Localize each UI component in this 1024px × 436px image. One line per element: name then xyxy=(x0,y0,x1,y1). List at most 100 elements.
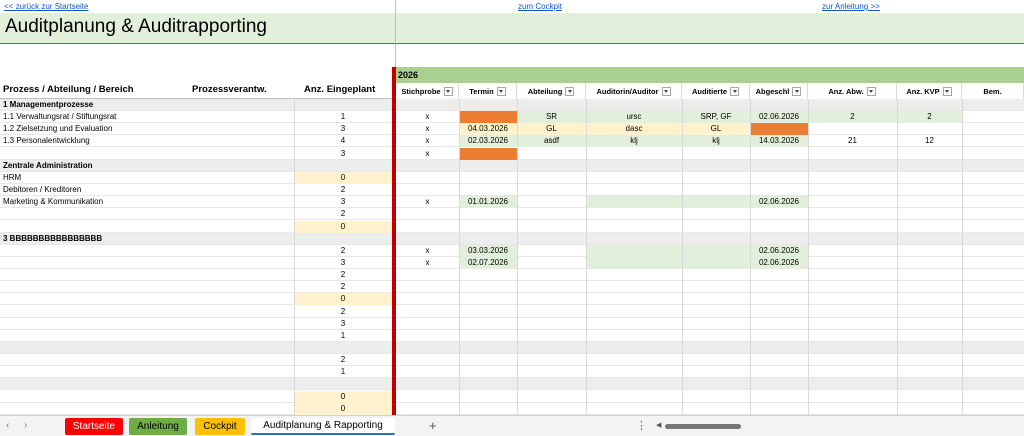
filter-dropdown-icon[interactable] xyxy=(730,86,739,96)
cell-abg[interactable] xyxy=(750,293,808,305)
cell-abw[interactable] xyxy=(808,269,897,281)
cell-aud[interactable] xyxy=(586,172,682,184)
cell-stich[interactable] xyxy=(396,269,459,281)
cell-stich[interactable] xyxy=(396,366,459,378)
cell-aud[interactable] xyxy=(586,269,682,281)
cell-stich[interactable] xyxy=(396,221,459,233)
cell-stich[interactable] xyxy=(396,306,459,318)
cell-audt[interactable] xyxy=(682,269,750,281)
cell-label[interactable] xyxy=(3,318,293,330)
cell-kvp[interactable] xyxy=(897,293,962,305)
column-header[interactable]: Termin xyxy=(459,83,517,99)
cell-abt[interactable] xyxy=(517,245,586,257)
filter-dropdown-icon[interactable] xyxy=(661,86,671,96)
cell-anz[interactable]: 2 xyxy=(294,245,392,257)
cell-termin[interactable] xyxy=(459,269,517,281)
cell-aud[interactable]: ursc xyxy=(586,111,682,124)
cell-abt[interactable] xyxy=(517,391,586,403)
column-header[interactable]: Abteilung xyxy=(517,83,586,99)
cell-abg[interactable] xyxy=(750,184,808,196)
cell-kvp[interactable] xyxy=(897,306,962,318)
cell-abw[interactable] xyxy=(808,208,897,220)
cell-label[interactable] xyxy=(3,293,293,305)
cell-label[interactable] xyxy=(3,221,293,233)
cell-aud[interactable] xyxy=(586,354,682,366)
cell-kvp[interactable] xyxy=(897,196,962,208)
cell-termin[interactable]: 02.03.2026 xyxy=(459,135,517,148)
cell-stich[interactable]: x xyxy=(396,148,459,160)
cell-abg[interactable] xyxy=(750,391,808,403)
cell-aud[interactable] xyxy=(586,281,682,293)
cell-abg[interactable] xyxy=(750,366,808,378)
cell-kvp[interactable]: 2 xyxy=(897,111,962,124)
cell-termin[interactable] xyxy=(459,354,517,366)
cell-audt[interactable] xyxy=(682,256,750,269)
cell-abg[interactable] xyxy=(750,148,808,160)
cell-anz[interactable]: 3 xyxy=(294,318,392,330)
cell-stich[interactable] xyxy=(396,391,459,403)
cell-termin[interactable] xyxy=(459,366,517,378)
filter-dropdown-icon[interactable] xyxy=(443,86,453,96)
cell-label[interactable] xyxy=(3,208,293,220)
cell-label[interactable] xyxy=(3,148,293,160)
cell-abw[interactable] xyxy=(808,281,897,293)
cell-label[interactable] xyxy=(3,306,293,318)
cell-abg[interactable] xyxy=(750,318,808,330)
cell-kvp[interactable] xyxy=(897,172,962,184)
cell-abt[interactable] xyxy=(517,148,586,160)
column-header[interactable]: Abgeschl xyxy=(750,83,808,99)
cell-abt[interactable] xyxy=(517,318,586,330)
cell-anz[interactable]: 0 xyxy=(294,390,392,403)
cell-termin[interactable] xyxy=(459,172,517,184)
cell-abw[interactable] xyxy=(808,391,897,403)
cell-stich[interactable]: x xyxy=(396,245,459,257)
cell-audt[interactable]: klj xyxy=(682,135,750,148)
back-to-home-link[interactable]: << zurück zur Startseite xyxy=(4,2,88,11)
cell-abt[interactable]: SR xyxy=(517,111,586,124)
cell-anz[interactable]: 3 xyxy=(294,123,392,135)
cell-termin[interactable]: 03.03.2026 xyxy=(459,244,517,257)
cell-kvp[interactable] xyxy=(897,330,962,342)
cell-termin[interactable] xyxy=(459,293,517,305)
cell-audt[interactable] xyxy=(682,244,750,257)
cell-aud[interactable] xyxy=(586,330,682,342)
cockpit-link[interactable]: zum Cockpit xyxy=(518,2,562,11)
cell-abw[interactable] xyxy=(808,330,897,342)
cell-abg[interactable]: 02.06.2026 xyxy=(750,111,808,124)
cell-kvp[interactable] xyxy=(897,318,962,330)
cell-abt[interactable] xyxy=(517,196,586,208)
cell-anz[interactable]: 0 xyxy=(294,402,392,415)
cell-stich[interactable] xyxy=(396,172,459,184)
cell-abt[interactable] xyxy=(517,366,586,378)
cell-kvp[interactable] xyxy=(897,221,962,233)
cell-abg[interactable] xyxy=(750,221,808,233)
cell-termin[interactable]: 02.07.2026 xyxy=(459,256,517,269)
cell-anz[interactable]: 1 xyxy=(294,111,392,123)
cell-anz[interactable]: 2 xyxy=(294,354,392,366)
cell-label[interactable] xyxy=(3,257,293,269)
cell-kvp[interactable] xyxy=(897,354,962,366)
cell-abg[interactable]: 02.06.2026 xyxy=(750,196,808,209)
cell-aud[interactable]: dasc xyxy=(586,123,682,136)
cell-aud[interactable] xyxy=(586,196,682,209)
cell-termin[interactable] xyxy=(459,281,517,293)
cell-stich[interactable] xyxy=(396,318,459,330)
cell-abw[interactable] xyxy=(808,184,897,196)
cell-label[interactable]: 1 Managementprozesse xyxy=(3,99,293,111)
cell-abw[interactable] xyxy=(808,196,897,208)
cell-stich[interactable]: x xyxy=(396,135,459,147)
cell-anz[interactable]: 1 xyxy=(294,366,392,378)
cell-audt[interactable] xyxy=(682,403,750,415)
cell-aud[interactable] xyxy=(586,306,682,318)
cell-label[interactable]: 1.2 Zielsetzung und Evaluation xyxy=(3,123,293,135)
cell-audt[interactable] xyxy=(682,184,750,196)
cell-abt[interactable]: asdf xyxy=(517,135,586,148)
filter-dropdown-icon[interactable] xyxy=(496,86,506,96)
cell-abg[interactable] xyxy=(750,354,808,366)
cell-abt[interactable]: GL xyxy=(517,123,586,136)
cell-termin[interactable] xyxy=(459,221,517,233)
cell-termin[interactable] xyxy=(459,318,517,330)
cell-abw[interactable] xyxy=(808,257,897,269)
cell-stich[interactable] xyxy=(396,184,459,196)
cell-label[interactable] xyxy=(3,281,293,293)
